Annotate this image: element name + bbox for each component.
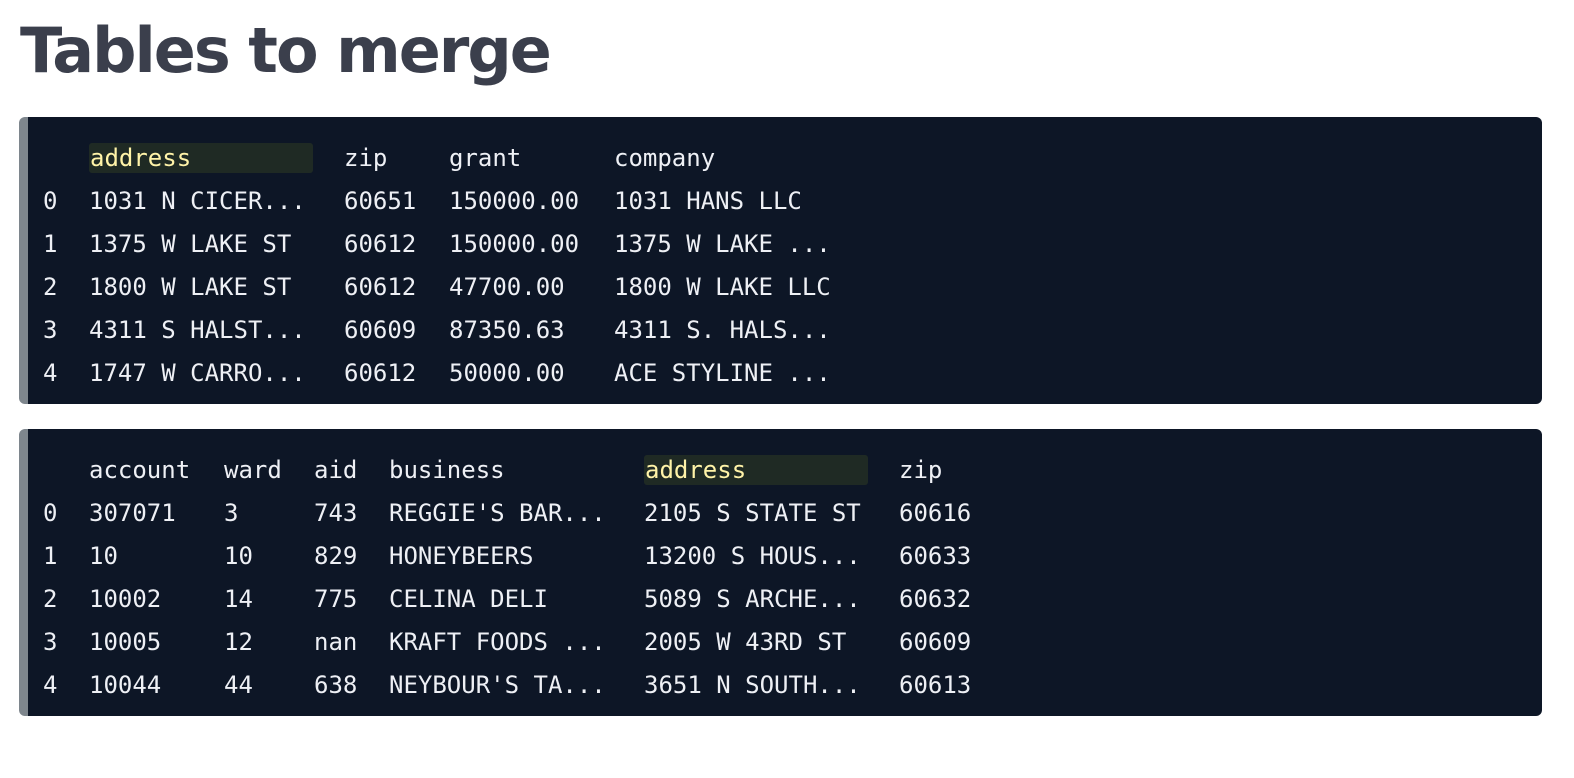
column-header-address: address — [644, 454, 868, 485]
row-index: 3 — [43, 315, 58, 344]
table-cell-business: HONEYBEERS — [389, 541, 534, 570]
table-cell-address: 1031 N CICER... — [89, 186, 306, 215]
table-cell-aid: 743 — [314, 498, 358, 527]
column-header-zip: zip — [344, 143, 388, 172]
table-cell-grant: 150000.00 — [449, 229, 580, 258]
table-cell-zip: 60609 — [899, 627, 972, 656]
table-cell-company: 1800 W LAKE LLC — [614, 272, 831, 301]
table-cell-ward: 14 — [224, 584, 253, 613]
table-cell-address: 4311 S HALST... — [89, 315, 306, 344]
table-cell-zip: 60612 — [344, 229, 417, 258]
table-cell-zip: 60651 — [344, 186, 417, 215]
table-cell-account: 10002 — [89, 584, 162, 613]
table-cell-business: REGGIE'S BAR... — [389, 498, 606, 527]
row-index: 4 — [43, 670, 58, 699]
table-cell-business: KRAFT FOODS ... — [389, 627, 606, 656]
table-cell-grant: 50000.00 — [449, 358, 565, 387]
table-cell-grant: 87350.63 — [449, 315, 565, 344]
table-cell-aid: 775 — [314, 584, 358, 613]
table-cell-company: ACE STYLINE ... — [614, 358, 831, 387]
table-cell-zip: 60612 — [344, 272, 417, 301]
table-cell-company: 4311 S. HALS... — [614, 315, 831, 344]
table-cell-ward: 12 — [224, 627, 253, 656]
column-header-grant: grant — [449, 143, 522, 172]
table-cell-ward: 44 — [224, 670, 253, 699]
table-cell-ward: 10 — [224, 541, 253, 570]
table-cell-account: 10005 — [89, 627, 162, 656]
table-cell-business: NEYBOUR'S TA... — [389, 670, 606, 699]
row-index: 4 — [43, 358, 58, 387]
column-header-company: company — [614, 143, 716, 172]
dataframe-table-1: address zip grant company 0 1031 N CICER... 60… — [43, 136, 831, 394]
table-cell-address: 13200 S HOUS... — [644, 541, 861, 570]
row-index: 1 — [43, 541, 58, 570]
table-cell-zip: 60612 — [344, 358, 417, 387]
page-title: Tables to merge — [20, 14, 552, 87]
dataframe-table-2: account ward aid business address zip 0 307071 3… — [43, 448, 971, 706]
column-header-ward: ward — [224, 455, 282, 484]
row-index: 1 — [43, 229, 58, 258]
table-cell-aid: 829 — [314, 541, 358, 570]
column-header-zip: zip — [899, 455, 943, 484]
code-output-block-table-1: address zip grant company 0 1031 N CICER... 60… — [19, 117, 1542, 404]
table-cell-address: 2105 S STATE ST — [644, 498, 861, 527]
row-index: 3 — [43, 627, 58, 656]
table-cell-address: 3651 N SOUTH... — [644, 670, 861, 699]
table-cell-address: 5089 S ARCHE... — [644, 584, 861, 613]
row-index: 0 — [43, 498, 58, 527]
column-header-aid: aid — [314, 455, 358, 484]
row-index: 0 — [43, 186, 58, 215]
table-cell-address: 1375 W LAKE ST — [89, 229, 292, 258]
table-cell-zip: 60633 — [899, 541, 972, 570]
table-cell-business: CELINA DELI — [389, 584, 548, 613]
column-header-account: account — [89, 455, 191, 484]
row-index: 2 — [43, 272, 58, 301]
table-cell-ward: 3 — [224, 498, 239, 527]
table-cell-zip: 60616 — [899, 498, 972, 527]
table-cell-address: 2005 W 43RD ST — [644, 627, 847, 656]
table-cell-account: 307071 — [89, 498, 176, 527]
table-cell-account: 10 — [89, 541, 118, 570]
table-cell-grant: 47700.00 — [449, 272, 565, 301]
table-cell-aid: nan — [314, 627, 358, 656]
table-cell-grant: 150000.00 — [449, 186, 580, 215]
table-cell-account: 10044 — [89, 670, 162, 699]
row-index: 2 — [43, 584, 58, 613]
table-cell-address: 1747 W CARRO... — [89, 358, 306, 387]
table-cell-address: 1800 W LAKE ST — [89, 272, 292, 301]
table-cell-company: 1031 HANS LLC — [614, 186, 802, 215]
code-output-block-table-2: account ward aid business address zip 0 307071 3… — [19, 429, 1542, 716]
table-cell-company: 1375 W LAKE ... — [614, 229, 831, 258]
table-cell-zip: 60632 — [899, 584, 972, 613]
column-header-address: address — [89, 142, 313, 173]
table-cell-aid: 638 — [314, 670, 358, 699]
table-cell-zip: 60609 — [344, 315, 417, 344]
column-header-business: business — [389, 455, 505, 484]
table-cell-zip: 60613 — [899, 670, 972, 699]
